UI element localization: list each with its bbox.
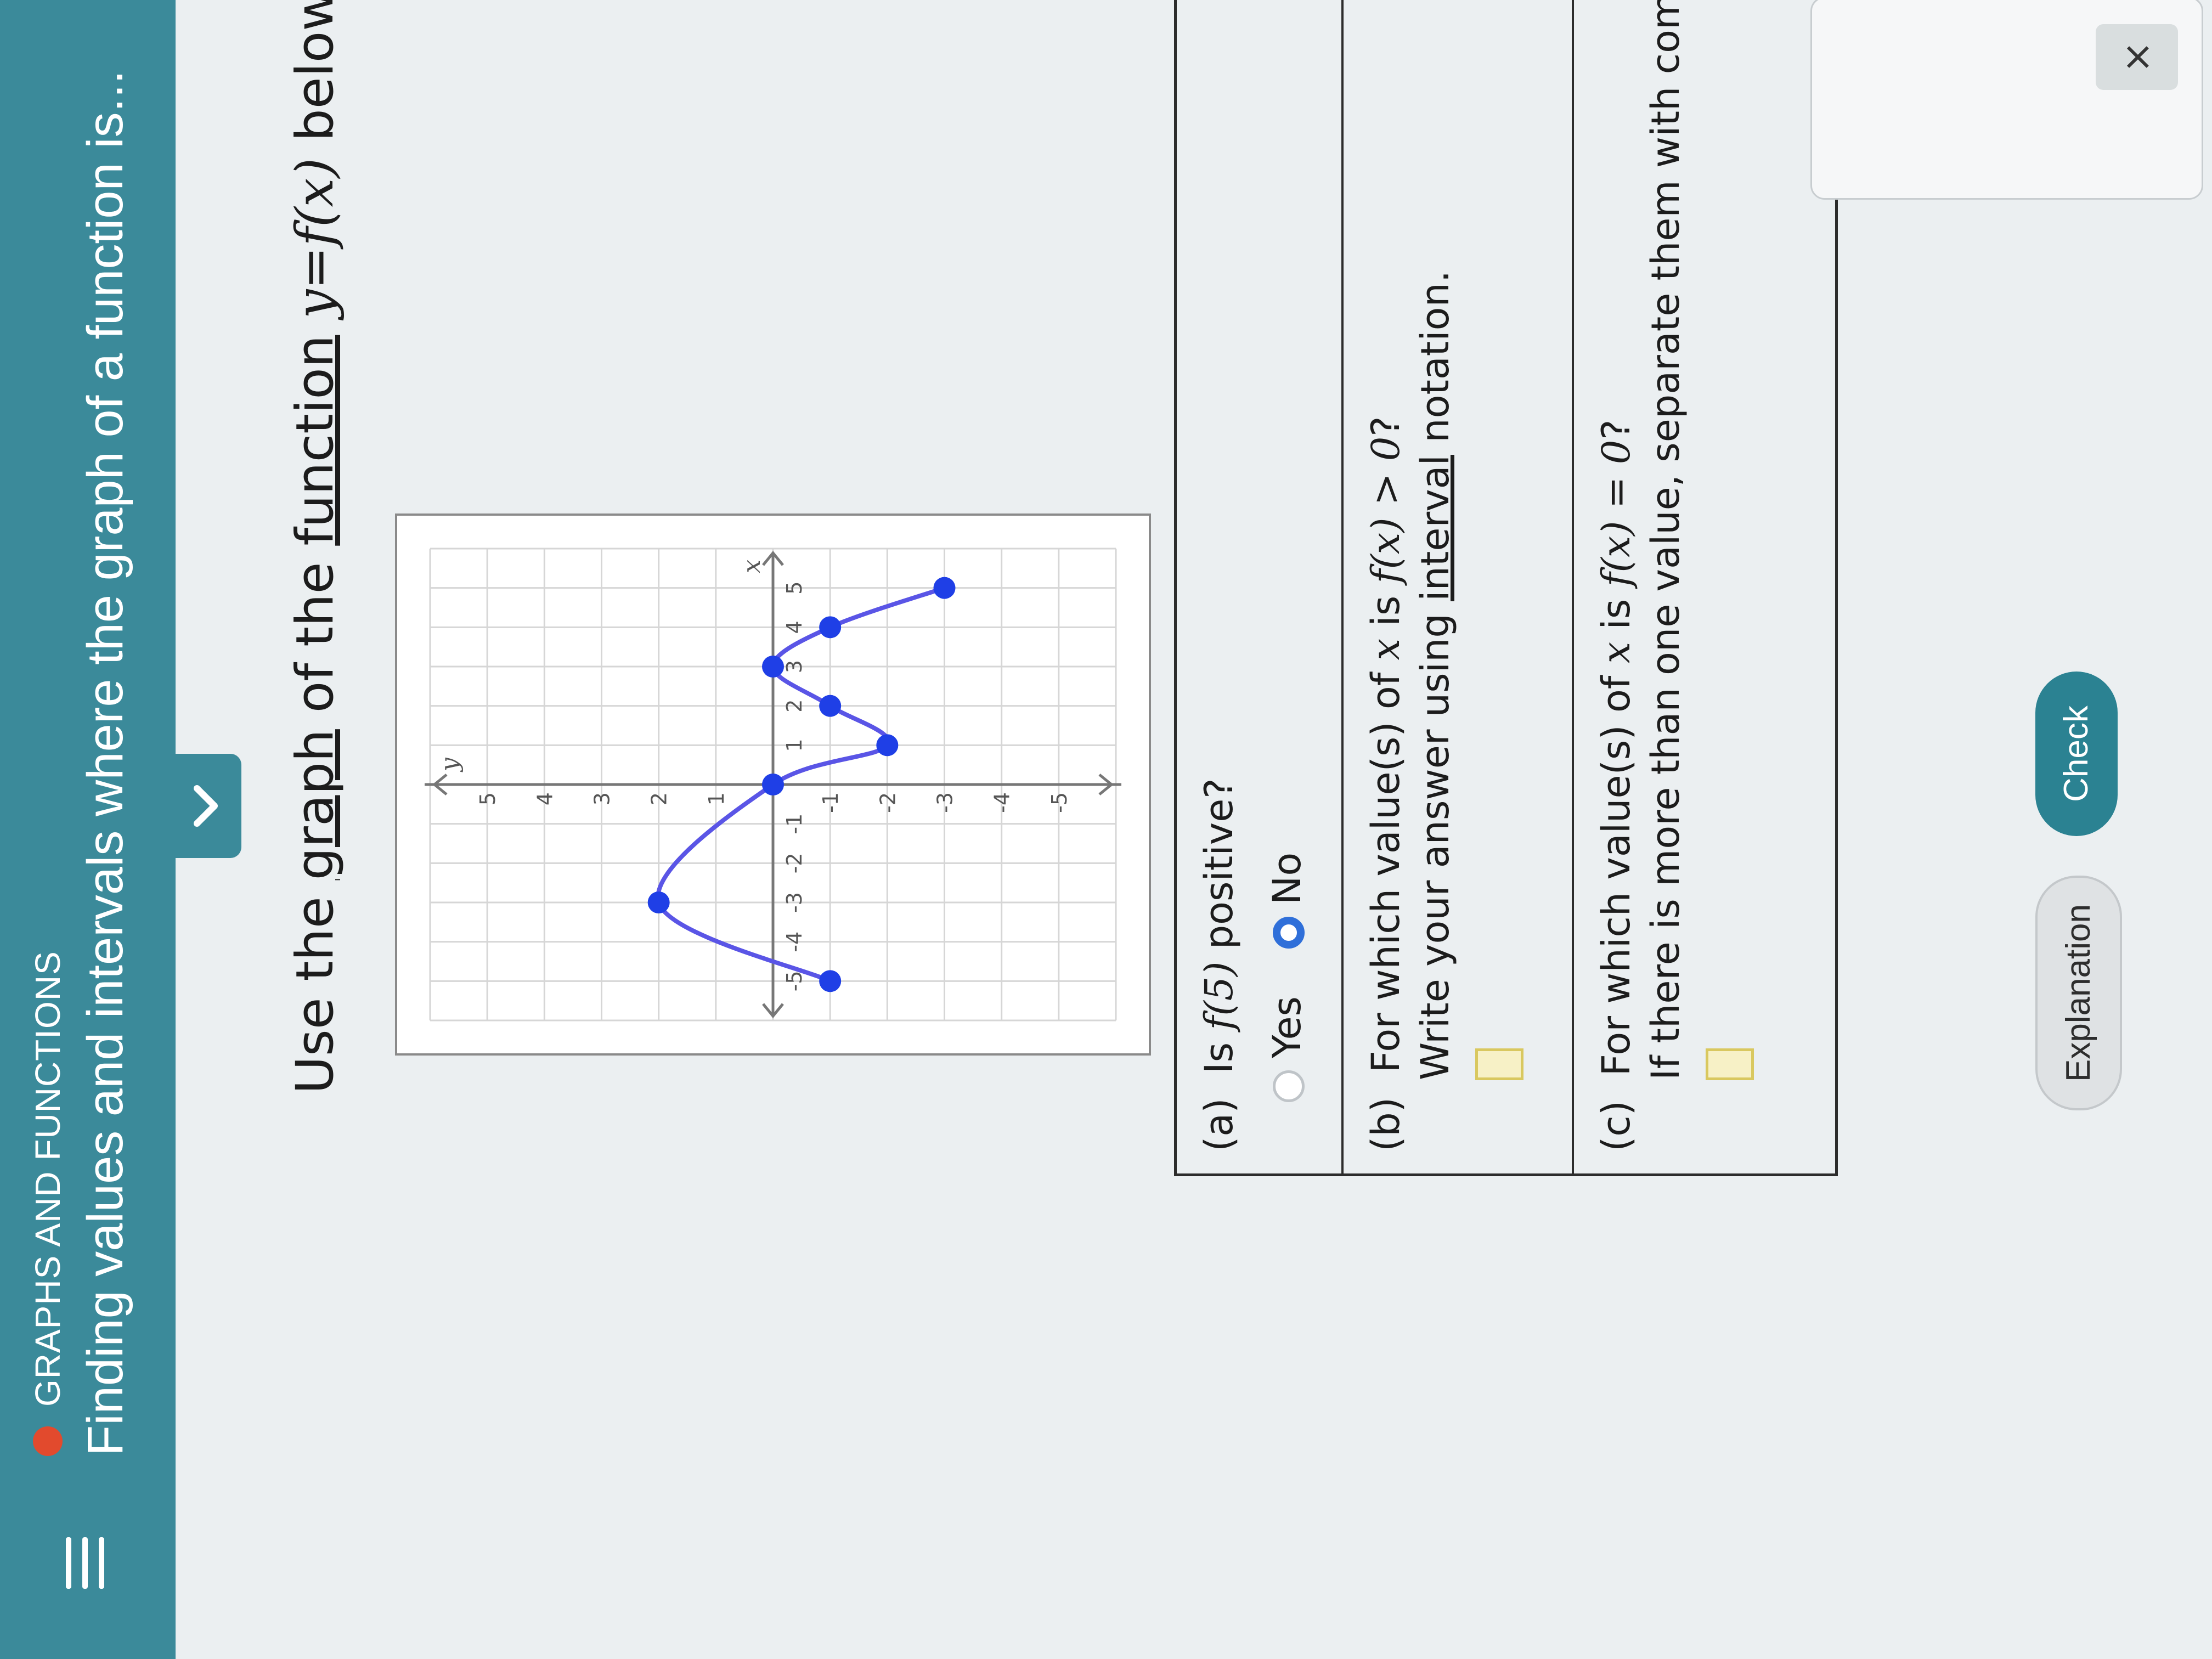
y-tick-label: 2 xyxy=(647,792,672,805)
data-point xyxy=(762,656,784,678)
explanation-button[interactable]: Explanation xyxy=(2035,876,2122,1110)
x-tick-label: -1 xyxy=(782,814,806,834)
data-point xyxy=(876,734,899,757)
x-tick-label: 1 xyxy=(782,738,806,752)
y-tick-label: -5 xyxy=(1047,792,1071,813)
y-tick-label: -4 xyxy=(990,792,1014,813)
function-link[interactable]: function xyxy=(285,335,345,546)
lesson-title: Finding values and intervals where the g… xyxy=(77,70,133,1456)
topic-label: GRAPHS AND FUNCTIONS xyxy=(28,951,67,1407)
chevron-down-icon xyxy=(194,785,218,827)
y-axis-label: y xyxy=(436,757,464,772)
hamburger-menu-icon[interactable] xyxy=(55,1533,115,1593)
question-c: (c) For which value(s) of x is f(x) = 0? xyxy=(1594,419,1639,1152)
y-tick-label: 3 xyxy=(590,792,614,805)
data-point xyxy=(647,891,670,913)
option-yes-label: Yes xyxy=(1265,996,1310,1058)
x-tick-label: -3 xyxy=(782,892,806,913)
question-b-instruction: Write your answer using interval notatio… xyxy=(1413,270,1458,1080)
x-tick-label: 5 xyxy=(782,582,806,595)
data-point xyxy=(819,970,842,992)
x-tick-label: -4 xyxy=(782,932,806,952)
close-icon[interactable]: × xyxy=(2096,24,2178,90)
data-point xyxy=(762,774,784,795)
option-no-label: No xyxy=(1265,852,1310,905)
y-tick-label: -3 xyxy=(933,792,957,813)
x-axis-label: x xyxy=(738,560,766,573)
check-button[interactable]: Check xyxy=(2035,672,2118,836)
collapse-toggle[interactable] xyxy=(176,754,241,858)
data-point xyxy=(819,616,842,639)
y-tick-label: 4 xyxy=(533,792,557,805)
y-tick-label: -1 xyxy=(819,792,843,813)
question-a: (a) Is f(5) positive? xyxy=(1197,778,1242,1152)
question-b: (b) For which value(s) of x is f(x) > 0? xyxy=(1363,416,1408,1152)
top-bar: GRAPHS AND FUNCTIONS Finding values and … xyxy=(0,0,176,1659)
problem-prompt: Use the graph of the function y=f(x) bel… xyxy=(285,0,345,1094)
y-tick-label: -2 xyxy=(876,792,900,813)
status-dot-icon xyxy=(33,1426,63,1456)
question-c-instruction: If there is more than one value, separat… xyxy=(1643,0,1688,1080)
x-tick-label: 2 xyxy=(782,699,806,713)
app-screen: GRAPHS AND FUNCTIONS Finding values and … xyxy=(0,0,2212,1659)
interval-link[interactable]: interval xyxy=(1413,455,1458,601)
data-point xyxy=(933,577,956,599)
x-tick-label: 4 xyxy=(782,620,806,634)
answer-b-input[interactable] xyxy=(1475,1048,1523,1080)
x-tick-label: 3 xyxy=(782,660,806,673)
radio-yes[interactable] xyxy=(1273,1070,1305,1102)
y-tick-label: 1 xyxy=(704,792,729,805)
x-tick-label: -5 xyxy=(782,970,806,991)
graph-canvas: -5 -4 -3 -2 -1 1 2 3 4 5 5 4 3 2 1 -1 -2 -3 -4 -5 x y xyxy=(425,548,1121,1022)
function-graph: -5 -4 -3 -2 -1 1 2 3 4 5 5 4 3 2 1 -1 -2 -3 -4 -5 x y xyxy=(395,514,1151,1056)
x-tick-label: -2 xyxy=(782,853,806,873)
question-c-row: (c) For which value(s) of x is f(x) = 0?… xyxy=(1572,0,1837,1173)
data-point xyxy=(819,695,842,717)
answer-c-input[interactable] xyxy=(1706,1048,1754,1080)
y-tick-label: 5 xyxy=(476,792,500,805)
graph-link[interactable]: graph xyxy=(285,729,345,880)
question-b-row: (b) For which value(s) of x is f(x) > 0?… xyxy=(1341,0,1574,1173)
questions-panel: (a) Is f(5) positive? Yes No (b) For whi… xyxy=(1174,0,1838,1176)
radio-no[interactable] xyxy=(1273,917,1305,949)
